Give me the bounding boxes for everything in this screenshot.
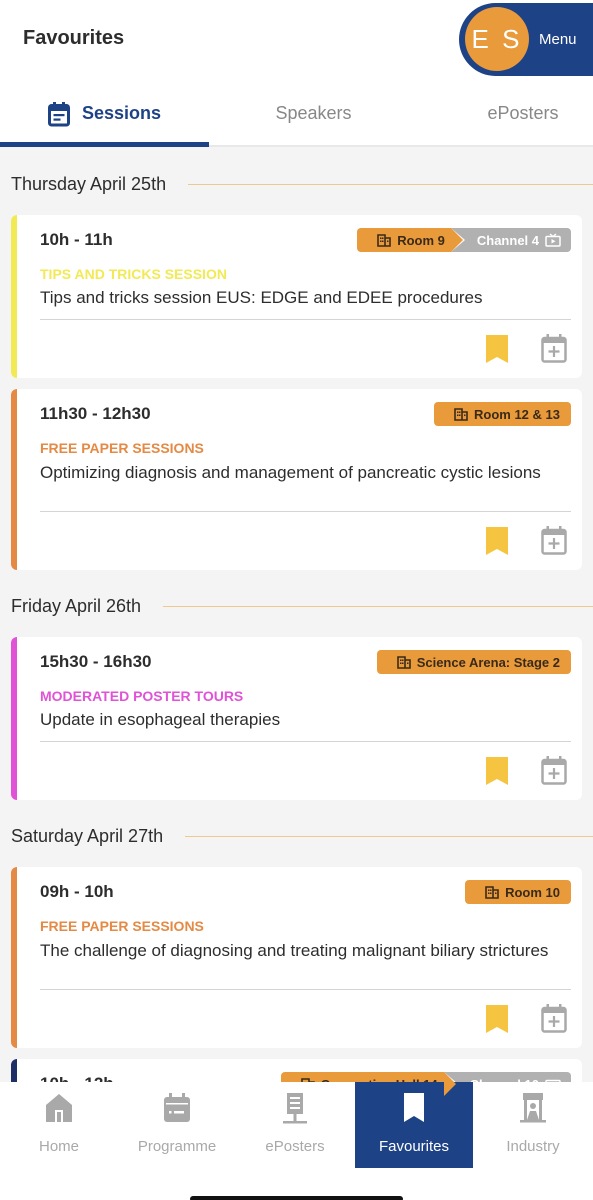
tab-speakers[interactable]: Speakers: [209, 80, 418, 147]
session-category: TIPS AND TRICKS SESSION: [40, 266, 227, 282]
date-label: Saturday April 27th: [11, 826, 164, 846]
session-category: FREE PAPER SESSIONS: [40, 918, 204, 934]
date-divider: [163, 606, 593, 607]
channel-badge[interactable]: Channel 4: [450, 228, 571, 252]
room-label: Room 12 & 13: [474, 406, 560, 422]
date-label: Friday April 26th: [11, 596, 142, 616]
tab-label: Speakers: [275, 103, 352, 123]
add-to-calendar-icon[interactable]: [541, 1003, 567, 1033]
menu-label[interactable]: Menu: [539, 31, 577, 48]
location-badges: Room 9 Channel 4: [357, 228, 571, 252]
building-icon: [396, 655, 411, 669]
date-divider: [185, 836, 593, 837]
location-badges: Room 10: [465, 880, 571, 904]
category-color-bar: [11, 637, 17, 800]
bookmark-icon[interactable]: [486, 1005, 508, 1033]
bookmark-icon: [404, 1093, 424, 1122]
room-label: Room 10: [505, 884, 560, 900]
session-time: 09h - 10h: [40, 882, 114, 901]
session-card[interactable]: 10h - 11h Room 9 Channel 4 TIPS AND TRIC…: [11, 215, 582, 378]
nav-eposters[interactable]: ePosters: [236, 1082, 354, 1168]
bookmark-icon[interactable]: [486, 757, 508, 785]
channel-label: Channel 4: [476, 232, 539, 248]
add-to-calendar-icon[interactable]: [541, 755, 567, 785]
home-icon: [46, 1094, 72, 1122]
bookmark-icon[interactable]: [486, 527, 508, 555]
bookmark-icon[interactable]: [486, 335, 508, 363]
location-badges: Room 12 & 13: [434, 402, 571, 426]
bottom-nav: Home Programme ePosters Favourites Indus…: [0, 1082, 593, 1200]
card-divider: [40, 989, 571, 990]
session-title: Optimizing diagnosis and management of p…: [40, 463, 541, 482]
card-divider: [40, 741, 571, 742]
date-header: Friday April 26th: [11, 596, 593, 617]
menu-button[interactable]: E S Menu: [459, 3, 593, 76]
nav-home[interactable]: Home: [0, 1082, 118, 1168]
session-card[interactable]: 09h - 10h Room 10 FREE PAPER SESSIONS Th…: [11, 867, 582, 1048]
session-title: The challenge of diagnosing and treating…: [40, 941, 549, 960]
app-header: Favourites E S Menu: [0, 0, 593, 80]
poster-stand-icon: [283, 1093, 307, 1124]
session-category: FREE PAPER SESSIONS: [40, 440, 204, 456]
building-icon: [485, 885, 499, 899]
category-color-bar: [11, 867, 17, 1048]
session-time: 11h30 - 12h30: [40, 404, 151, 423]
nav-industry[interactable]: Industry: [474, 1082, 592, 1168]
room-badge: Room 9: [357, 228, 463, 252]
room-badge: Science Arena: Stage 2: [376, 650, 571, 674]
session-card[interactable]: 15h30 - 16h30 Science Arena: Stage 2 MOD…: [11, 637, 582, 800]
tab-eposters[interactable]: ePosters: [418, 80, 593, 147]
favourites-tabs: Sessions Speakers ePosters: [0, 80, 593, 147]
room-label: Science Arena: Stage 2: [416, 654, 560, 670]
session-title: Update in esophageal therapies: [40, 710, 281, 729]
room-label: Room 9: [397, 232, 445, 248]
booth-icon: [520, 1093, 546, 1123]
home-indicator: [190, 1196, 403, 1200]
add-to-calendar-icon[interactable]: [541, 525, 567, 555]
tab-label: ePosters: [487, 103, 559, 123]
card-divider: [40, 511, 571, 512]
date-header: Saturday April 27th: [11, 826, 593, 847]
building-icon: [377, 233, 392, 247]
nav-label: Favourites: [378, 1138, 450, 1155]
tab-sessions[interactable]: Sessions: [0, 80, 209, 147]
building-icon: [454, 407, 468, 421]
nav-label: Industry: [506, 1138, 560, 1155]
active-tab-indicator: [0, 142, 209, 147]
tab-label: Sessions: [81, 103, 162, 123]
category-color-bar: [11, 215, 17, 378]
session-time: 10h - 11h: [40, 230, 113, 249]
page-title: Favourites: [23, 27, 125, 49]
nav-programme[interactable]: Programme: [118, 1082, 236, 1168]
session-time: 15h30 - 16h30: [40, 652, 152, 671]
session-category: MODERATED POSTER TOURS: [40, 688, 244, 704]
session-title: Tips and tricks session EUS: EDGE and ED…: [40, 288, 483, 307]
date-header: Thursday April 25th: [11, 174, 593, 195]
nav-label: ePosters: [265, 1138, 325, 1155]
date-divider: [188, 184, 593, 185]
nav-label: Home: [38, 1138, 79, 1155]
card-divider: [40, 319, 571, 320]
session-card[interactable]: 11h30 - 12h30 Room 12 & 13 FREE PAPER SE…: [11, 389, 582, 570]
category-color-bar: [11, 389, 17, 570]
calendar-icon: [47, 101, 70, 126]
add-to-calendar-icon[interactable]: [541, 333, 567, 363]
nav-label: Programme: [137, 1138, 217, 1155]
room-badge: Room 10: [465, 880, 571, 904]
avatar[interactable]: E S: [465, 7, 529, 71]
room-badge: Room 12 & 13: [434, 402, 571, 426]
location-badges: Science Arena: Stage 2: [376, 650, 571, 674]
tv-play-icon: [545, 233, 561, 247]
calendar-icon: [164, 1093, 190, 1122]
date-label: Thursday April 25th: [11, 174, 167, 194]
